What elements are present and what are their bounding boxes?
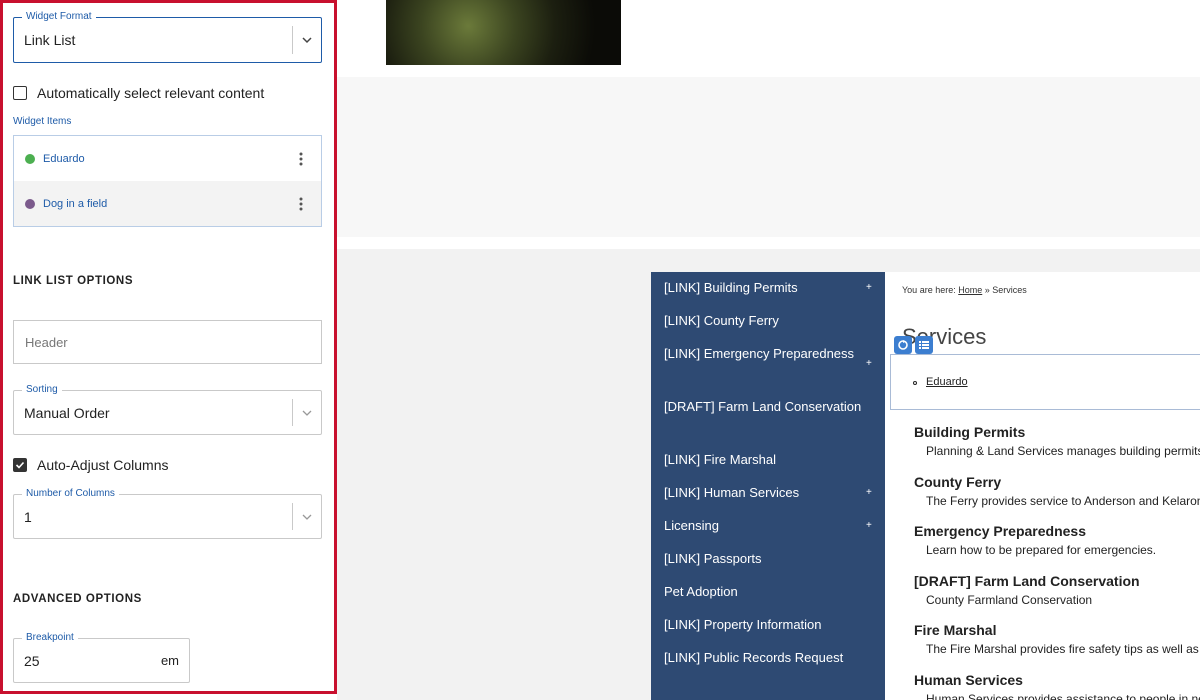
nav-item-licensing[interactable]: Licensing: [664, 516, 864, 536]
breakpoint-value[interactable]: 25: [24, 639, 40, 682]
status-dot-icon: [25, 153, 35, 164]
side-navigation: [LINK] Building Permits + [LINK] County …: [651, 272, 885, 700]
preview-spacer: [337, 77, 1200, 237]
more-options-icon[interactable]: [299, 197, 303, 211]
columns-legend: Number of Columns: [22, 488, 119, 500]
nav-item-public-records-request[interactable]: [LINK] Public Records Request: [664, 648, 864, 668]
widget-format-select[interactable]: Widget Format Link List: [13, 11, 322, 63]
expand-plus-icon[interactable]: +: [866, 487, 872, 498]
auto-adjust-checkbox[interactable]: [13, 458, 27, 472]
nav-item-county-ferry[interactable]: [LINK] County Ferry: [664, 311, 864, 331]
header-input[interactable]: Header: [13, 320, 322, 364]
expand-plus-icon[interactable]: +: [866, 520, 872, 531]
service-description: County Farmland Conservation: [926, 593, 1093, 607]
breakpoint-input[interactable]: Breakpoint 25 em: [13, 632, 190, 683]
nav-item-pet-adoption[interactable]: Pet Adoption: [664, 582, 864, 602]
breadcrumb: You are here: Home » Services: [902, 285, 1027, 295]
service-description: Learn how to be prepared for emergencies…: [926, 543, 1157, 557]
service-description: The Fire Marshal provides fire safety ti…: [926, 642, 1200, 656]
widget-items-list: Eduardo Dog in a field: [13, 135, 322, 227]
select-divider: [292, 399, 293, 426]
header-placeholder: Header: [25, 334, 68, 350]
chevron-down-icon[interactable]: [301, 34, 313, 46]
chevron-down-icon[interactable]: [301, 511, 313, 523]
auto-select-label: Automatically select relevant content: [37, 85, 265, 101]
widget-items-heading: Widget Items: [13, 116, 72, 127]
sorting-select[interactable]: Sorting Manual Order: [13, 384, 322, 435]
widget-item-label[interactable]: Dog in a field: [43, 198, 107, 210]
refresh-icon[interactable]: [894, 336, 912, 354]
columns-value: 1: [24, 508, 32, 525]
sorting-value: Manual Order: [24, 404, 110, 421]
advanced-options-title: ADVANCED OPTIONS: [13, 593, 142, 605]
service-title[interactable]: Emergency Preparedness: [914, 523, 1086, 539]
service-title[interactable]: County Ferry: [914, 474, 1001, 490]
link-list-widget[interactable]: Eduardo: [890, 354, 1200, 410]
widget-item[interactable]: Dog in a field: [14, 181, 321, 226]
nav-item-human-services[interactable]: [LINK] Human Services: [664, 483, 864, 503]
auto-adjust-checkbox-row[interactable]: Auto-Adjust Columns: [13, 457, 169, 473]
service-description: The Ferry provides service to Anderson a…: [926, 494, 1200, 508]
nav-item-passports[interactable]: [LINK] Passports: [664, 549, 864, 569]
link-list-options-title: LINK LIST OPTIONS: [13, 275, 134, 287]
widget-link-eduardo[interactable]: Eduardo: [926, 376, 968, 388]
service-description: Planning & Land Services manages buildin…: [926, 444, 1200, 458]
expand-plus-icon[interactable]: +: [866, 282, 872, 293]
app-root: Widget Format Link List Automatically se…: [0, 0, 1200, 700]
auto-select-checkbox[interactable]: [13, 86, 27, 100]
service-description: Human Services provides assistance to pe…: [926, 692, 1200, 700]
breadcrumb-prefix: You are here:: [902, 285, 956, 295]
breadcrumb-separator: »: [984, 285, 990, 295]
nav-item-property-information[interactable]: [LINK] Property Information: [664, 615, 864, 635]
nav-item-emergency-preparedness[interactable]: [LINK] Emergency Preparedness: [664, 344, 864, 364]
more-options-icon[interactable]: [299, 152, 303, 166]
nav-item-building-permits[interactable]: [LINK] Building Permits: [664, 278, 864, 298]
preview-content: You are here: Home » Services Services E…: [885, 272, 1200, 700]
checkmark-icon: [15, 461, 25, 469]
breadcrumb-current: Services: [992, 285, 1027, 295]
widget-settings-panel: Widget Format Link List Automatically se…: [0, 0, 337, 694]
service-title[interactable]: Building Permits: [914, 424, 1025, 440]
breakpoint-unit: em: [160, 653, 179, 668]
expand-plus-icon[interactable]: +: [866, 358, 872, 369]
widget-format-value: Link List: [24, 32, 76, 48]
service-title[interactable]: Fire Marshal: [914, 622, 996, 638]
select-divider: [292, 503, 293, 530]
chameleon-photo: [386, 0, 621, 65]
nav-item-farm-land-conservation[interactable]: [DRAFT] Farm Land Conservation: [664, 397, 864, 417]
widget-item-label[interactable]: Eduardo: [43, 153, 85, 165]
chevron-down-icon[interactable]: [301, 407, 313, 419]
auto-adjust-label: Auto-Adjust Columns: [37, 457, 169, 473]
select-divider: [292, 26, 293, 54]
breadcrumb-home-link[interactable]: Home: [958, 285, 982, 295]
service-title[interactable]: Human Services: [914, 672, 1023, 688]
auto-select-checkbox-row[interactable]: Automatically select relevant content: [13, 85, 264, 101]
widget-item[interactable]: Eduardo: [14, 136, 321, 181]
number-of-columns-select[interactable]: Number of Columns 1: [13, 488, 322, 539]
nav-item-fire-marshal[interactable]: [LINK] Fire Marshal: [664, 450, 864, 470]
widget-toolbar: [894, 336, 933, 354]
list-icon[interactable]: [915, 336, 933, 354]
list-bullet: [913, 381, 917, 385]
service-title[interactable]: [DRAFT] Farm Land Conservation: [914, 573, 1140, 589]
status-dot-icon: [25, 198, 35, 209]
